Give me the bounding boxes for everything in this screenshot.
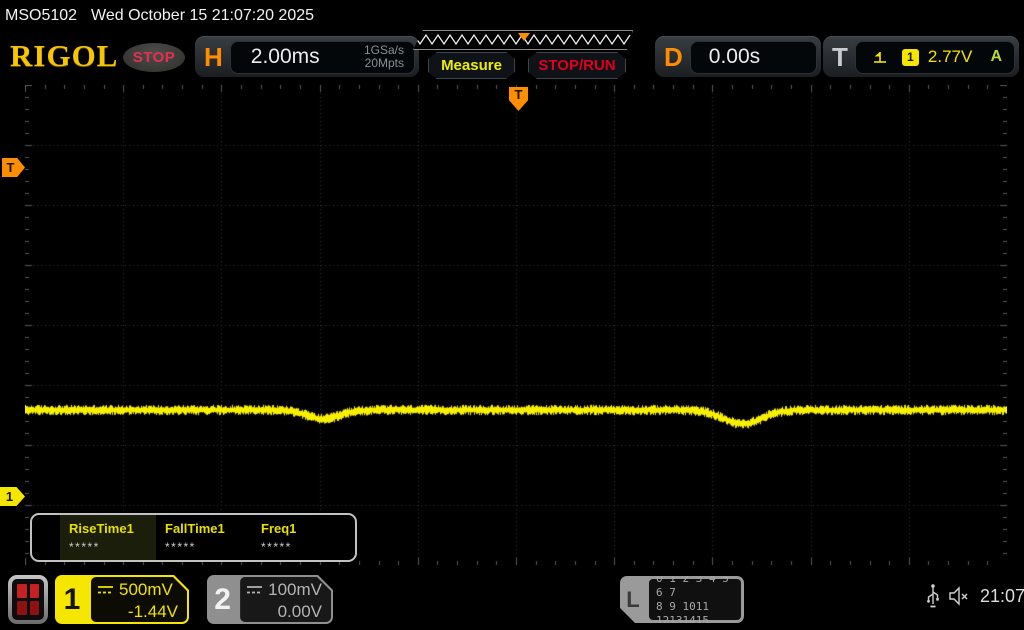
logic-channels: 0 1 2 3 4 5 6 7 8 9 1011 12131415 bbox=[649, 579, 741, 620]
memory-trigger-marker-icon bbox=[518, 33, 530, 41]
run-state-indicator: STOP bbox=[123, 43, 185, 72]
measurement-freq[interactable]: Freq1 ***** bbox=[252, 515, 348, 560]
channel1-ground-marker[interactable]: 1 bbox=[0, 487, 25, 506]
dc-coupling-icon bbox=[246, 585, 263, 595]
channel2-offset: 0.00V bbox=[277, 602, 322, 621]
speaker-muted-icon bbox=[949, 586, 968, 606]
model-name: MSO5102 bbox=[5, 7, 78, 24]
memory-depth: 20Mpts bbox=[364, 56, 404, 70]
channel1-scale: 500mV bbox=[119, 580, 173, 599]
trigger-slope-icon bbox=[873, 52, 886, 63]
delay-label: D bbox=[664, 41, 683, 72]
channel2-values: 100mV 0.00V bbox=[240, 577, 331, 622]
delay-pill: 0.00s bbox=[689, 40, 817, 74]
channel2-scale: 100mV bbox=[268, 580, 322, 599]
trigger-source-badge: 1 bbox=[901, 48, 919, 66]
measurement-panel: RiseTime1 ***** FallTime1 ***** Freq1 **… bbox=[30, 513, 357, 562]
channel2-number: 2 bbox=[214, 582, 231, 616]
measurement-value: ***** bbox=[261, 540, 292, 554]
usb-icon bbox=[927, 584, 939, 608]
measurement-label: RiseTime1 bbox=[69, 521, 134, 536]
all-channels-button[interactable] bbox=[8, 575, 48, 624]
measurement-value: ***** bbox=[69, 540, 100, 554]
logic-analyzer-badge[interactable]: L 0 1 2 3 4 5 6 7 8 9 1011 12131415 bbox=[620, 576, 744, 623]
timebase-value: 2.00ms bbox=[250, 45, 320, 68]
logic-row2: 8 9 1011 12131415 bbox=[656, 599, 709, 627]
rigol-logo: RIGOL bbox=[10, 38, 119, 73]
horizontal-settings-block[interactable]: H 2.00ms 1GSa/s 20Mpts bbox=[195, 36, 419, 77]
measurement-falltime[interactable]: FallTime1 ***** bbox=[156, 515, 252, 560]
measure-button[interactable]: Measure bbox=[428, 52, 515, 79]
logic-label: L bbox=[626, 586, 640, 612]
channel2-badge[interactable]: 2 100mV 0.00V bbox=[207, 575, 333, 624]
bottom-bar: 1 500mV -1.44V 2 100mV 0.00V L 0 1 2 3 4… bbox=[0, 570, 1024, 630]
channel1-values: 500mV -1.44V bbox=[91, 577, 187, 622]
channel1-offset: -1.44V bbox=[127, 602, 178, 621]
stop-run-button[interactable]: STOP/RUN bbox=[528, 52, 626, 79]
dc-coupling-icon bbox=[97, 585, 114, 595]
trigger-settings-block[interactable]: T 1 2.77V A bbox=[823, 36, 1019, 77]
trigger-mode: A bbox=[990, 48, 1002, 65]
trigger-label: T bbox=[832, 41, 848, 72]
delay-settings-block[interactable]: D 0.00s bbox=[655, 36, 821, 77]
waveform-display[interactable] bbox=[25, 85, 1007, 565]
header-bar: RIGOL STOP H 2.00ms 1GSa/s 20Mpts Measur… bbox=[0, 32, 1024, 84]
memory-position-bar[interactable] bbox=[413, 30, 633, 50]
measurement-value: ***** bbox=[165, 540, 196, 554]
channel-grid-icon bbox=[12, 579, 44, 620]
trigger-level-marker[interactable]: T bbox=[2, 158, 25, 177]
channel1-number: 1 bbox=[63, 582, 81, 616]
trigger-level-value: 2.77V bbox=[927, 47, 973, 66]
titlebar: MSO5102 Wed October 15 21:07:20 2025 bbox=[0, 0, 1024, 32]
status-icons: 21:07 bbox=[926, 582, 1024, 610]
datetime-text: Wed October 15 21:07:20 2025 bbox=[91, 7, 315, 24]
delay-value: 0.00s bbox=[708, 45, 761, 68]
measurement-label: Freq1 bbox=[261, 521, 297, 536]
measurement-label: FallTime1 bbox=[165, 521, 225, 536]
acquisition-rates: 1GSa/s 20Mpts bbox=[364, 44, 404, 70]
oscilloscope-screen: MSO5102 Wed October 15 21:07:20 2025 RIG… bbox=[0, 0, 1024, 630]
trigger-pill: 1 2.77V A bbox=[854, 40, 1015, 74]
channel1-badge[interactable]: 1 500mV -1.44V bbox=[55, 575, 189, 624]
horizontal-pill: 2.00ms 1GSa/s 20Mpts bbox=[229, 40, 415, 74]
measurement-risetime[interactable]: RiseTime1 ***** bbox=[60, 515, 156, 560]
clock-text: 21:07 bbox=[980, 585, 1024, 606]
horizontal-label: H bbox=[204, 41, 223, 72]
logic-row1: 0 1 2 3 4 5 6 7 bbox=[656, 571, 729, 599]
